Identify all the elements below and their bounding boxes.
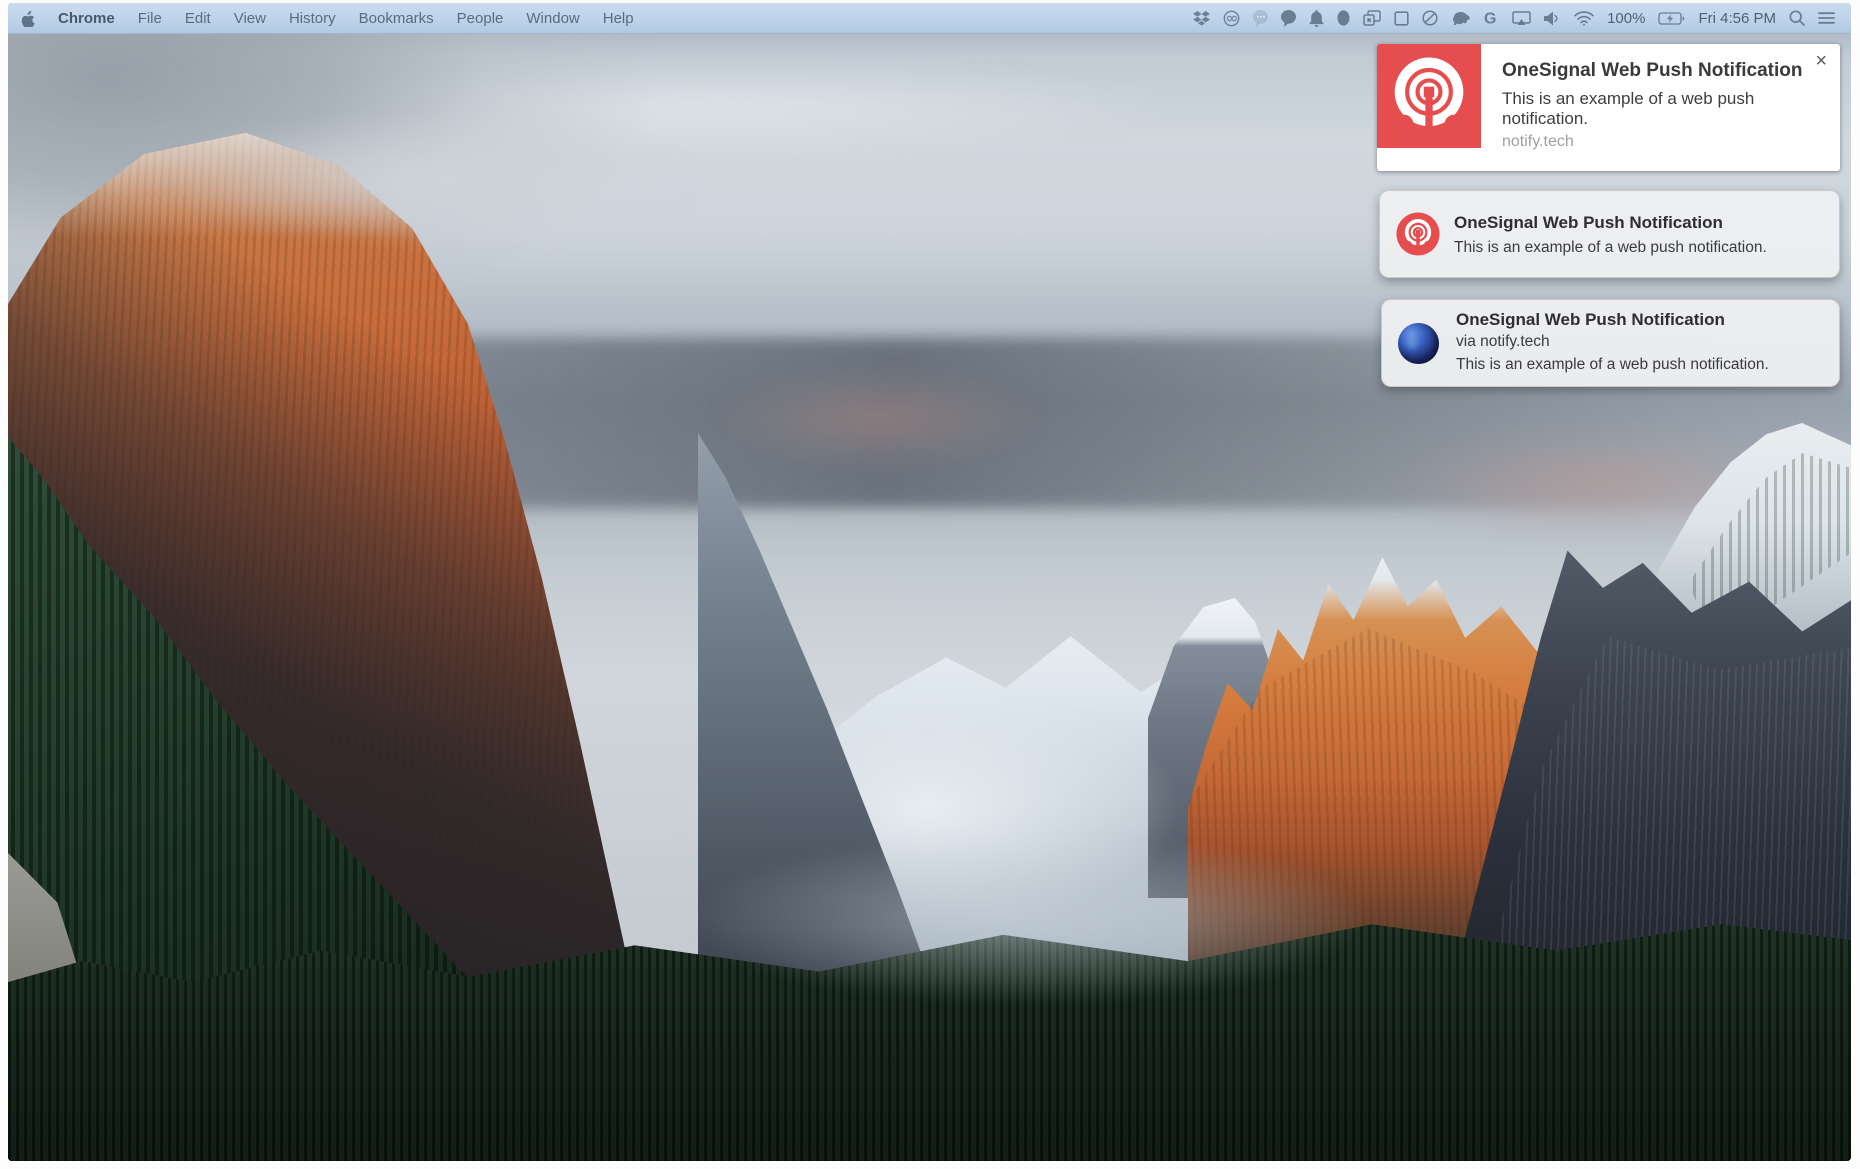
menu-view[interactable]: View (234, 10, 266, 27)
notification-banner-safari[interactable]: OneSignal Web Push Notification via noti… (1381, 299, 1840, 387)
battery-percent[interactable]: 100% (1607, 10, 1645, 27)
dropbox-icon[interactable] (1193, 11, 1210, 26)
wallpaper-el-capitan (8, 3, 1851, 1161)
onesignal-logo-icon (1377, 44, 1481, 148)
notification-center-icon[interactable] (1818, 11, 1835, 25)
notification-body: This is an example of a web push notific… (1502, 89, 1814, 129)
bell-icon[interactable] (1309, 10, 1324, 27)
chat-balloon-faded-icon[interactable] (1253, 10, 1268, 27)
close-icon[interactable]: × (1815, 51, 1827, 71)
menu-people[interactable]: People (457, 10, 504, 27)
airplay-icon[interactable] (1512, 11, 1531, 26)
menu-bookmarks[interactable]: Bookmarks (359, 10, 434, 27)
notification-banner-onesignal[interactable]: OneSignal Web Push Notification This is … (1379, 190, 1840, 278)
onesignal-logo-icon (1396, 212, 1440, 256)
menu-bar-status: G 100% Fri 4:56 PM (1193, 10, 1835, 27)
desktop[interactable]: Chrome File Edit View History Bookmarks … (8, 3, 1851, 1161)
blue-globe-icon (1398, 323, 1439, 364)
wallpaper-pink-cloud (708, 363, 1048, 473)
g-icon[interactable]: G (1483, 10, 1499, 26)
menu-help[interactable]: Help (603, 10, 634, 27)
menu-bar-left: Chrome File Edit View History Bookmarks … (21, 10, 634, 27)
menu-file[interactable]: File (138, 10, 162, 27)
spotlight-search-icon[interactable] (1789, 10, 1805, 26)
evernote-icon[interactable] (1451, 11, 1470, 26)
notification-title: OneSignal Web Push Notification (1456, 310, 1725, 330)
menu-bar: Chrome File Edit View History Bookmarks … (8, 3, 1851, 34)
notification-chrome-web-push[interactable]: OneSignal Web Push Notification This is … (1377, 44, 1840, 171)
frame-icon[interactable] (1394, 11, 1409, 26)
menu-app-name[interactable]: Chrome (58, 10, 115, 27)
svg-text:G: G (1484, 11, 1496, 27)
menu-bar-clock[interactable]: Fri 4:56 PM (1698, 10, 1776, 27)
screenshot-frame: Chrome File Edit View History Bookmarks … (0, 0, 1860, 1169)
oval-icon[interactable] (1337, 10, 1350, 26)
notification-body: This is an example of a web push notific… (1456, 356, 1769, 374)
wallpaper-summit-fog (118, 103, 738, 253)
notification-title: OneSignal Web Push Notification (1502, 60, 1803, 82)
notification-source: notify.tech (1502, 133, 1574, 151)
wifi-icon[interactable] (1574, 11, 1594, 26)
flux-icon[interactable] (1422, 10, 1438, 26)
wallpaper-valley-mist (648, 833, 1408, 1023)
chat-balloon-icon[interactable] (1281, 10, 1296, 27)
creative-cloud-icon[interactable] (1223, 10, 1240, 27)
menu-history[interactable]: History (289, 10, 336, 27)
notification-title: OneSignal Web Push Notification (1454, 213, 1723, 233)
menu-window[interactable]: Window (526, 10, 579, 27)
notification-body: This is an example of a web push notific… (1454, 239, 1767, 257)
apple-menu-icon[interactable] (21, 10, 35, 27)
menu-edit[interactable]: Edit (185, 10, 211, 27)
volume-icon[interactable] (1544, 11, 1561, 26)
displays-icon[interactable] (1363, 10, 1381, 26)
notification-via: via notify.tech (1456, 333, 1550, 351)
battery-charging-icon[interactable] (1658, 12, 1685, 25)
